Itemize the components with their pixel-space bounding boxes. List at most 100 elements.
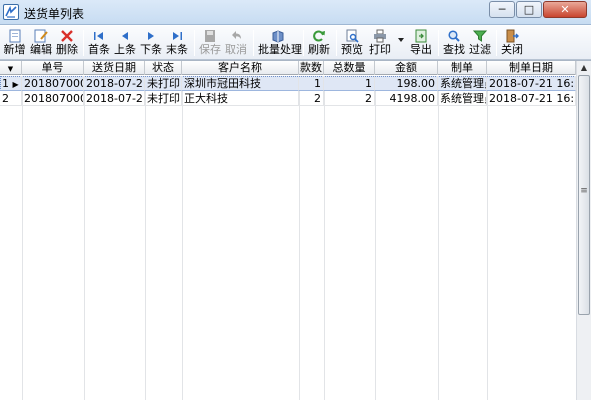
delete-label: 删除 — [56, 43, 78, 56]
header-styles[interactable]: 款数 — [299, 61, 324, 75]
app-icon — [3, 4, 19, 20]
cell-qty: 2 — [324, 91, 375, 106]
header-amount[interactable]: 金额 — [375, 61, 438, 75]
export-button[interactable]: 导出 — [410, 28, 432, 58]
first-icon — [94, 32, 103, 40]
save-label: 保存 — [199, 43, 221, 56]
last-label: 末条 — [166, 43, 188, 56]
delete-x-icon — [61, 30, 73, 42]
last-record-button[interactable]: 末条 — [166, 28, 188, 58]
header-qty[interactable]: 总数量 — [324, 61, 375, 75]
new-document-icon — [9, 29, 20, 43]
cell-status: 未打印 — [145, 76, 182, 91]
cell-amount: 4198.00 — [375, 91, 438, 106]
preview-button[interactable]: 预览 — [341, 28, 363, 58]
cell-customer: 正大科技 — [182, 91, 299, 106]
maximize-button[interactable]: □ — [516, 1, 542, 18]
batch-label: 批量处理 — [258, 43, 302, 56]
next-label: 下条 — [140, 43, 162, 56]
cancel-label: 取消 — [225, 43, 247, 56]
refresh-icon — [313, 30, 325, 42]
last-icon — [173, 32, 182, 40]
minimize-button[interactable]: ─ — [489, 1, 515, 18]
grid-header: ▼ 单号 送货日期 状态 客户名称 款数 总数量 金额 制单 制单日期 — [0, 61, 576, 75]
header-date[interactable]: 送货日期 — [84, 61, 145, 75]
cancel-button[interactable]: 取消 — [225, 28, 247, 58]
preview-label: 预览 — [341, 43, 363, 56]
maximize-icon: □ — [523, 3, 535, 16]
row-indicator: 1 ▶ — [0, 76, 22, 91]
scroll-up-arrow-icon[interactable]: ▲ — [577, 61, 591, 75]
cell-no: 2018070001 — [22, 76, 84, 91]
filter-label: 过滤 — [469, 43, 491, 56]
preview-icon — [346, 29, 359, 43]
first-label: 首条 — [88, 43, 110, 56]
row-indicator: 2 — [0, 91, 22, 106]
cell-date: 2018-07-21 — [84, 76, 145, 91]
header-status[interactable]: 状态 — [145, 61, 182, 75]
cell-amount: 198.00 — [375, 76, 438, 91]
filter-button[interactable]: 过滤 — [469, 28, 491, 58]
search-icon — [448, 30, 460, 42]
cell-no: 2018070002 — [22, 91, 84, 106]
header-no[interactable]: 单号 — [22, 61, 84, 75]
toolbar: 新增 编辑 删除 首条 上条 下条 末条 保存 取消 批量处理 刷新 预览 打印… — [0, 26, 591, 60]
vertical-scrollbar[interactable]: ▲ ≡ — [576, 61, 591, 400]
edit-button[interactable]: 编辑 — [30, 28, 52, 58]
cell-styles: 2 — [299, 91, 324, 106]
current-row-arrow-icon: ▶ — [12, 80, 19, 89]
cell-maker: 系统管理员 — [438, 91, 487, 106]
cell-make-date: 2018-07-21 16:30:15 — [487, 91, 576, 106]
cell-styles: 1 — [299, 76, 324, 91]
table-row[interactable]: 2 2018070002 2018-07-21 未打印 正大科技 2 2 419… — [0, 91, 576, 106]
print-button[interactable]: 打印 — [369, 28, 391, 58]
save-button[interactable]: 保存 — [199, 28, 221, 58]
minimize-icon: ─ — [498, 3, 506, 16]
printer-icon — [374, 29, 386, 43]
close-button[interactable]: 关闭 — [501, 28, 523, 58]
prev-icon — [122, 32, 128, 40]
prev-record-button[interactable]: 上条 — [114, 28, 136, 58]
edit-label: 编辑 — [30, 43, 52, 56]
export-label: 导出 — [410, 43, 432, 56]
filter-icon — [472, 30, 488, 42]
cell-qty: 1 — [324, 76, 375, 91]
exit-door-icon — [506, 29, 519, 43]
column-chooser-button[interactable]: ▼ — [0, 61, 22, 75]
new-label: 新增 — [3, 43, 26, 56]
cell-maker: 系统管理员 — [438, 76, 487, 91]
header-customer[interactable]: 客户名称 — [182, 61, 299, 75]
header-maker[interactable]: 制单 — [438, 61, 487, 75]
print-dropdown-arrow-icon[interactable] — [398, 38, 404, 42]
grip-icon: ≡ — [580, 186, 588, 196]
find-label: 查找 — [443, 43, 465, 56]
cell-customer: 深圳市冠田科技 — [182, 76, 299, 91]
undo-icon — [232, 31, 241, 39]
delivery-list-grid: ▼ 单号 送货日期 状态 客户名称 款数 总数量 金额 制单 制单日期 1 ▶ … — [0, 60, 591, 400]
cell-status: 未打印 — [145, 91, 182, 106]
save-icon — [205, 30, 215, 42]
table-row[interactable]: 1 ▶ 2018070001 2018-07-21 未打印 深圳市冠田科技 1 … — [0, 76, 576, 91]
edit-icon — [34, 29, 48, 43]
close-window-button[interactable]: ✕ — [543, 1, 587, 18]
refresh-button[interactable]: 刷新 — [308, 28, 330, 58]
batch-process-button[interactable]: 批量处理 — [258, 28, 302, 58]
next-record-button[interactable]: 下条 — [140, 28, 162, 58]
header-make-date[interactable]: 制单日期 — [487, 61, 576, 75]
prev-label: 上条 — [114, 43, 136, 56]
cell-make-date: 2018-07-21 16:30:15 — [487, 76, 576, 91]
scrollbar-thumb[interactable]: ≡ — [578, 75, 590, 315]
find-button[interactable]: 查找 — [443, 28, 465, 58]
close-icon: ✕ — [560, 3, 570, 16]
refresh-label: 刷新 — [308, 43, 330, 56]
next-icon — [148, 32, 154, 40]
close-label: 关闭 — [501, 43, 523, 56]
first-record-button[interactable]: 首条 — [88, 28, 110, 58]
title-bar: 送货单列表 ─ □ ✕ — [0, 0, 591, 25]
export-icon — [415, 29, 427, 43]
window-title: 送货单列表 — [24, 7, 85, 21]
new-button[interactable]: 新增 — [3, 28, 26, 58]
print-label: 打印 — [369, 43, 391, 56]
delete-button[interactable]: 删除 — [56, 28, 78, 58]
books-icon — [272, 30, 284, 43]
